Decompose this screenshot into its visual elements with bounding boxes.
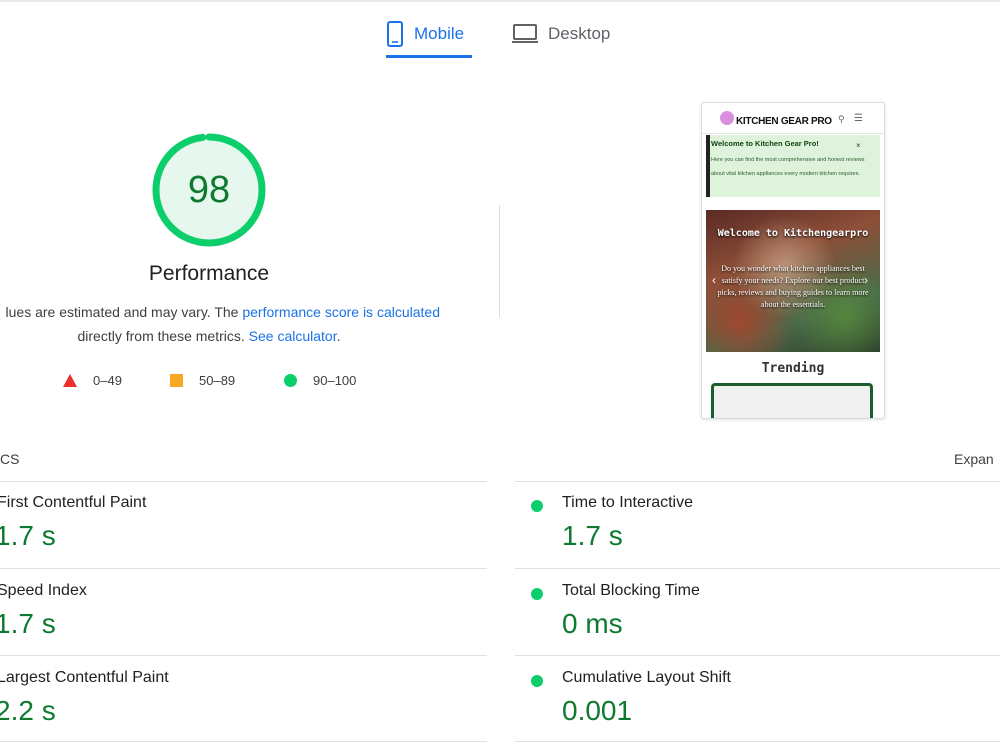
metric-tbt-value: 0 ms bbox=[562, 608, 623, 639]
final-screenshot-thumbnail[interactable]: KITCHEN GEAR PRO ⚲ ☰ Welcome to Kitchen … bbox=[701, 102, 885, 419]
metric-lcp-value: 2.2 s bbox=[0, 695, 56, 726]
divider bbox=[0, 655, 487, 656]
divider bbox=[0, 481, 487, 482]
divider bbox=[515, 481, 1000, 482]
divider bbox=[515, 741, 1000, 742]
metric-tbt-label: Total Blocking Time bbox=[562, 582, 700, 599]
mobile-phone-icon bbox=[387, 21, 403, 47]
legend-pass-range: 90–100 bbox=[313, 372, 357, 388]
thumb-brand: KITCHEN GEAR PRO bbox=[736, 116, 832, 127]
metric-tti-value: 1.7 s bbox=[562, 520, 623, 551]
top-border bbox=[0, 0, 1000, 2]
thumb-product-card bbox=[711, 383, 873, 418]
performance-score: 98 bbox=[187, 168, 231, 211]
thumb-trending-title: Trending bbox=[761, 361, 825, 376]
description-text: lues are estimated and may vary. The bbox=[5, 304, 243, 320]
tab-desktop-label: Desktop bbox=[548, 24, 611, 43]
square-icon bbox=[170, 373, 183, 387]
metric-tti-label: Time to Interactive bbox=[562, 494, 694, 511]
description-text-2: directly from these metrics. bbox=[77, 328, 249, 344]
pass-circle-icon bbox=[531, 588, 543, 600]
metrics-header: CS bbox=[0, 451, 20, 467]
legend-average: 50–89 bbox=[170, 371, 235, 389]
divider bbox=[0, 741, 487, 742]
chevron-left-icon: ‹ bbox=[712, 273, 716, 287]
thumb-hero-text: Do you wonder what kitchen appliances be… bbox=[717, 264, 869, 309]
legend-average-range: 50–89 bbox=[199, 372, 236, 388]
metric-lcp-label: Largest Contentful Paint bbox=[0, 669, 169, 686]
desktop-monitor-icon bbox=[512, 24, 538, 43]
performance-title: Performance bbox=[148, 262, 270, 285]
circle-icon bbox=[284, 373, 297, 387]
score-calculated-link[interactable]: performance score is calculated bbox=[242, 304, 440, 320]
metric-cls-value: 0.001 bbox=[562, 695, 633, 726]
tab-mobile-label: Mobile bbox=[414, 24, 465, 43]
pass-circle-icon bbox=[531, 675, 543, 687]
legend-pass: 90–100 bbox=[284, 371, 356, 389]
thumb-hero-title: Welcome to Kitchengearpro bbox=[717, 228, 869, 239]
description-line-1: lues are estimated and may vary. The per… bbox=[0, 304, 440, 320]
tab-mobile[interactable]: Mobile bbox=[386, 12, 472, 58]
kitchen-logo-icon bbox=[720, 111, 734, 125]
description-line-2: directly from these metrics. See calcula… bbox=[0, 328, 418, 344]
hamburger-menu-icon: ☰ bbox=[854, 113, 863, 124]
metric-fcp-label: First Contentful Paint bbox=[0, 494, 147, 511]
divider bbox=[515, 655, 1000, 656]
close-icon: × bbox=[856, 141, 861, 150]
triangle-icon bbox=[63, 373, 77, 387]
pass-circle-icon bbox=[531, 500, 543, 512]
vertical-divider bbox=[499, 205, 500, 317]
legend-fail: 0–49 bbox=[63, 371, 122, 389]
thumb-banner-text: Here you can find the most comprehensive… bbox=[711, 157, 865, 177]
metric-fcp-value: 1.7 s bbox=[0, 520, 56, 551]
chevron-right-icon: › bbox=[864, 273, 868, 287]
tab-desktop[interactable]: Desktop bbox=[512, 12, 622, 56]
metric-cls-label: Cumulative Layout Shift bbox=[562, 669, 731, 686]
see-calculator-link[interactable]: See calculator bbox=[249, 328, 337, 344]
divider bbox=[0, 568, 487, 569]
metric-si-label: Speed Index bbox=[0, 582, 87, 599]
search-icon: ⚲ bbox=[838, 114, 845, 124]
thumb-banner-title: Welcome to Kitchen Gear Pro! bbox=[711, 139, 819, 148]
expand-view-toggle[interactable]: Expan bbox=[954, 451, 994, 467]
legend-fail-range: 0–49 bbox=[93, 372, 122, 388]
description-period: . bbox=[336, 328, 341, 344]
divider bbox=[515, 568, 1000, 569]
metric-si-value: 1.7 s bbox=[0, 608, 56, 639]
